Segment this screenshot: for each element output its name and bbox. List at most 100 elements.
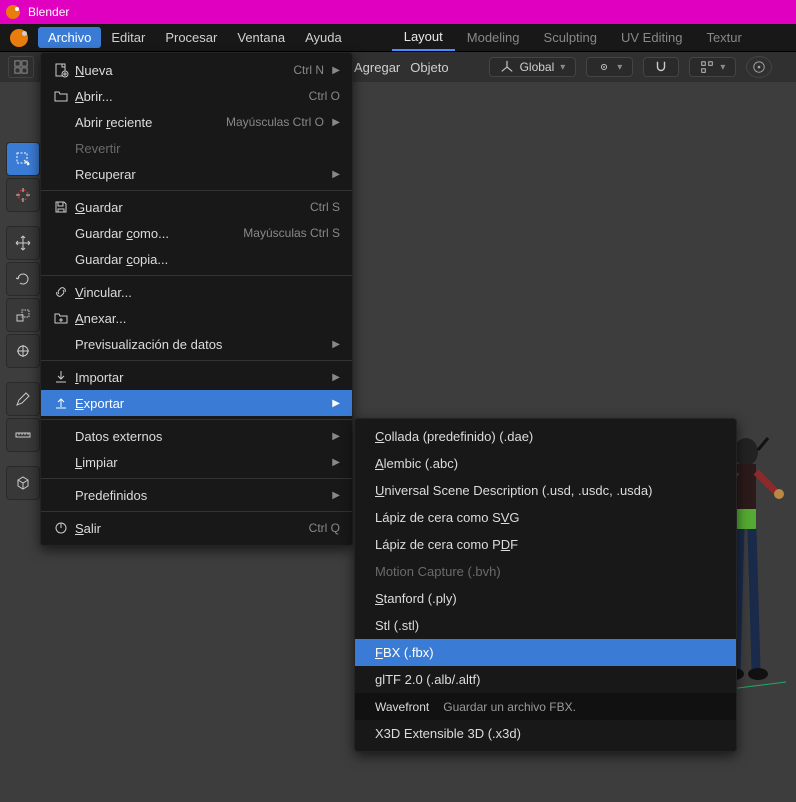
tool-select-box[interactable]	[6, 142, 40, 176]
submenu-label: Lápiz de cera como SVG	[375, 510, 520, 525]
submenu-arrow-icon: ▶	[330, 339, 340, 350]
submenu-item-universal-scene-description-usd-usdc-usda[interactable]: Universal Scene Description (.usd, .usdc…	[355, 477, 736, 504]
separator	[41, 511, 352, 512]
tool-move[interactable]	[6, 226, 40, 260]
menu-archivo[interactable]: Archivo	[38, 27, 101, 48]
tooltip-text: Guardar un archivo FBX.	[443, 700, 576, 714]
header-object[interactable]: Objeto	[410, 60, 448, 75]
submenu-item-l-piz-de-cera-como-pdf[interactable]: Lápiz de cera como PDF	[355, 531, 736, 558]
window-titlebar: Blender	[0, 0, 796, 24]
menu-item-nueva[interactable]: NuevaCtrl N▶	[41, 57, 352, 83]
submenu-item-x3d-extensible-3d-x3d[interactable]: X3D Extensible 3D (.x3d)	[355, 720, 736, 747]
menu-item-label: Guardar copia...	[75, 252, 340, 267]
menu-item-label: Guardar como...	[75, 226, 243, 241]
submenu-item-l-piz-de-cera-como-svg[interactable]: Lápiz de cera como SVG	[355, 504, 736, 531]
tab-textur[interactable]: Textur	[694, 24, 753, 51]
menu-item-label: Importar	[75, 370, 324, 385]
menu-item-revertir: Revertir	[41, 135, 352, 161]
export-icon	[53, 395, 75, 411]
tool-rotate[interactable]	[6, 262, 40, 296]
submenu-label: Universal Scene Description (.usd, .usdc…	[375, 483, 652, 498]
cursor-icon	[15, 187, 31, 203]
snap-target[interactable]: ▾	[689, 57, 736, 77]
menu-item-importar[interactable]: Importar ▶	[41, 364, 352, 390]
menu-item-exportar[interactable]: Exportar▶	[41, 390, 352, 416]
menu-item-label: Previsualización de datos	[75, 337, 324, 352]
shortcut: Mayúsculas Ctrl O	[226, 115, 324, 129]
tab-sculpting[interactable]: Sculpting	[532, 24, 609, 51]
menu-ventana[interactable]: Ventana	[227, 24, 295, 51]
orientation-label: Global	[520, 60, 555, 74]
tool-scale[interactable]	[6, 298, 40, 332]
submenu-item-fbx-fbx[interactable]: FBX (.fbx)	[355, 639, 736, 666]
menu-ayuda[interactable]: Ayuda	[295, 24, 352, 51]
submenu-label: Stanford (.ply)	[375, 591, 457, 606]
menu-editar[interactable]: Editar	[101, 24, 155, 51]
submenu-arrow-icon: ▶	[330, 169, 340, 180]
menu-item-recuperar[interactable]: Recuperar▶	[41, 161, 352, 187]
menu-item-guardar-copia[interactable]: Guardar copia...	[41, 246, 352, 272]
quit-icon	[53, 520, 75, 536]
menu-item-label: Limpiar	[75, 455, 324, 470]
menu-item-label: Nueva	[75, 63, 293, 78]
grid-snap-icon	[700, 60, 714, 74]
menu-item-guardar[interactable]: GuardarCtrl S	[41, 194, 352, 220]
ruler-icon	[15, 427, 31, 443]
menu-item-anexar[interactable]: Anexar...	[41, 305, 352, 331]
menu-item-label: Exportar	[75, 396, 324, 411]
menu-item-limpiar[interactable]: Limpiar▶	[41, 449, 352, 475]
header-add[interactable]: Agregar	[354, 60, 400, 75]
chevron-down-icon: ▾	[617, 62, 622, 73]
submenu-item-gltf-2-0-alb-altf[interactable]: glTF 2.0 (.alb/.altf)	[355, 666, 736, 693]
tool-add[interactable]	[6, 466, 40, 500]
submenu-arrow-icon: ▶	[330, 490, 340, 501]
menu-item-abrir[interactable]: Abrir...Ctrl O	[41, 83, 352, 109]
menu-item-predefinidos[interactable]: Predefinidos ▶	[41, 482, 352, 508]
tool-cursor[interactable]	[6, 178, 40, 212]
separator	[41, 190, 352, 191]
app-logo[interactable]	[0, 24, 38, 51]
menu-item-label: Salir	[75, 521, 309, 536]
tool-annotate[interactable]	[6, 382, 40, 416]
proportional-edit[interactable]	[746, 56, 772, 78]
pivot-button[interactable]: ▾	[586, 57, 633, 77]
menu-procesar[interactable]: Procesar	[155, 24, 227, 51]
editor-type-button[interactable]	[8, 56, 34, 78]
submenu-item-stl-stl[interactable]: Stl (.stl)	[355, 612, 736, 639]
snap-toggle[interactable]	[643, 57, 679, 77]
open-icon	[53, 88, 75, 104]
menu-item-label: Predefinidos	[75, 488, 324, 503]
transform-orientation[interactable]: Global ▾	[489, 57, 577, 77]
window-title: Blender	[28, 5, 69, 19]
pencil-icon	[15, 391, 31, 407]
separator	[41, 275, 352, 276]
menu-item-guardar-como[interactable]: Guardar como...Mayúsculas Ctrl S	[41, 220, 352, 246]
submenu-item-collada-predefinido-dae[interactable]: Collada (predefinido) (.dae)	[355, 423, 736, 450]
submenu-arrow-icon: ▶	[330, 372, 340, 383]
submenu-label: X3D Extensible 3D (.x3d)	[375, 726, 521, 741]
submenu-item-wavefront[interactable]: WavefrontGuardar un archivo FBX.	[355, 693, 736, 720]
submenu-item-stanford-ply[interactable]: Stanford (.ply)	[355, 585, 736, 612]
magnet-icon	[654, 60, 668, 74]
shortcut: Ctrl S	[310, 200, 340, 214]
circle-dot-icon	[752, 60, 766, 74]
blender-logo-icon	[6, 5, 20, 19]
chevron-down-icon: ▾	[560, 62, 565, 73]
submenu-item-alembic-abc[interactable]: Alembic (.abc)	[355, 450, 736, 477]
tab-uv-editing[interactable]: UV Editing	[609, 24, 694, 51]
menu-item-vincular[interactable]: Vincular...	[41, 279, 352, 305]
menu-item-previsualizaci-n-de-datos[interactable]: Previsualización de datos ▶	[41, 331, 352, 357]
tool-transform[interactable]	[6, 334, 40, 368]
separator	[41, 419, 352, 420]
tool-measure[interactable]	[6, 418, 40, 452]
tool-shelf	[6, 82, 40, 500]
menu-item-label: Guardar	[75, 200, 310, 215]
append-icon	[53, 310, 75, 326]
menu-item-abrir-reciente[interactable]: Abrir recienteMayúsculas Ctrl O▶	[41, 109, 352, 135]
move-icon	[15, 235, 31, 251]
menu-item-salir[interactable]: SalirCtrl Q	[41, 515, 352, 541]
tab-layout[interactable]: Layout	[392, 24, 455, 51]
menu-item-label: Abrir reciente	[75, 115, 226, 130]
tab-modeling[interactable]: Modeling	[455, 24, 532, 51]
menu-item-datos-externos[interactable]: Datos externos▶	[41, 423, 352, 449]
